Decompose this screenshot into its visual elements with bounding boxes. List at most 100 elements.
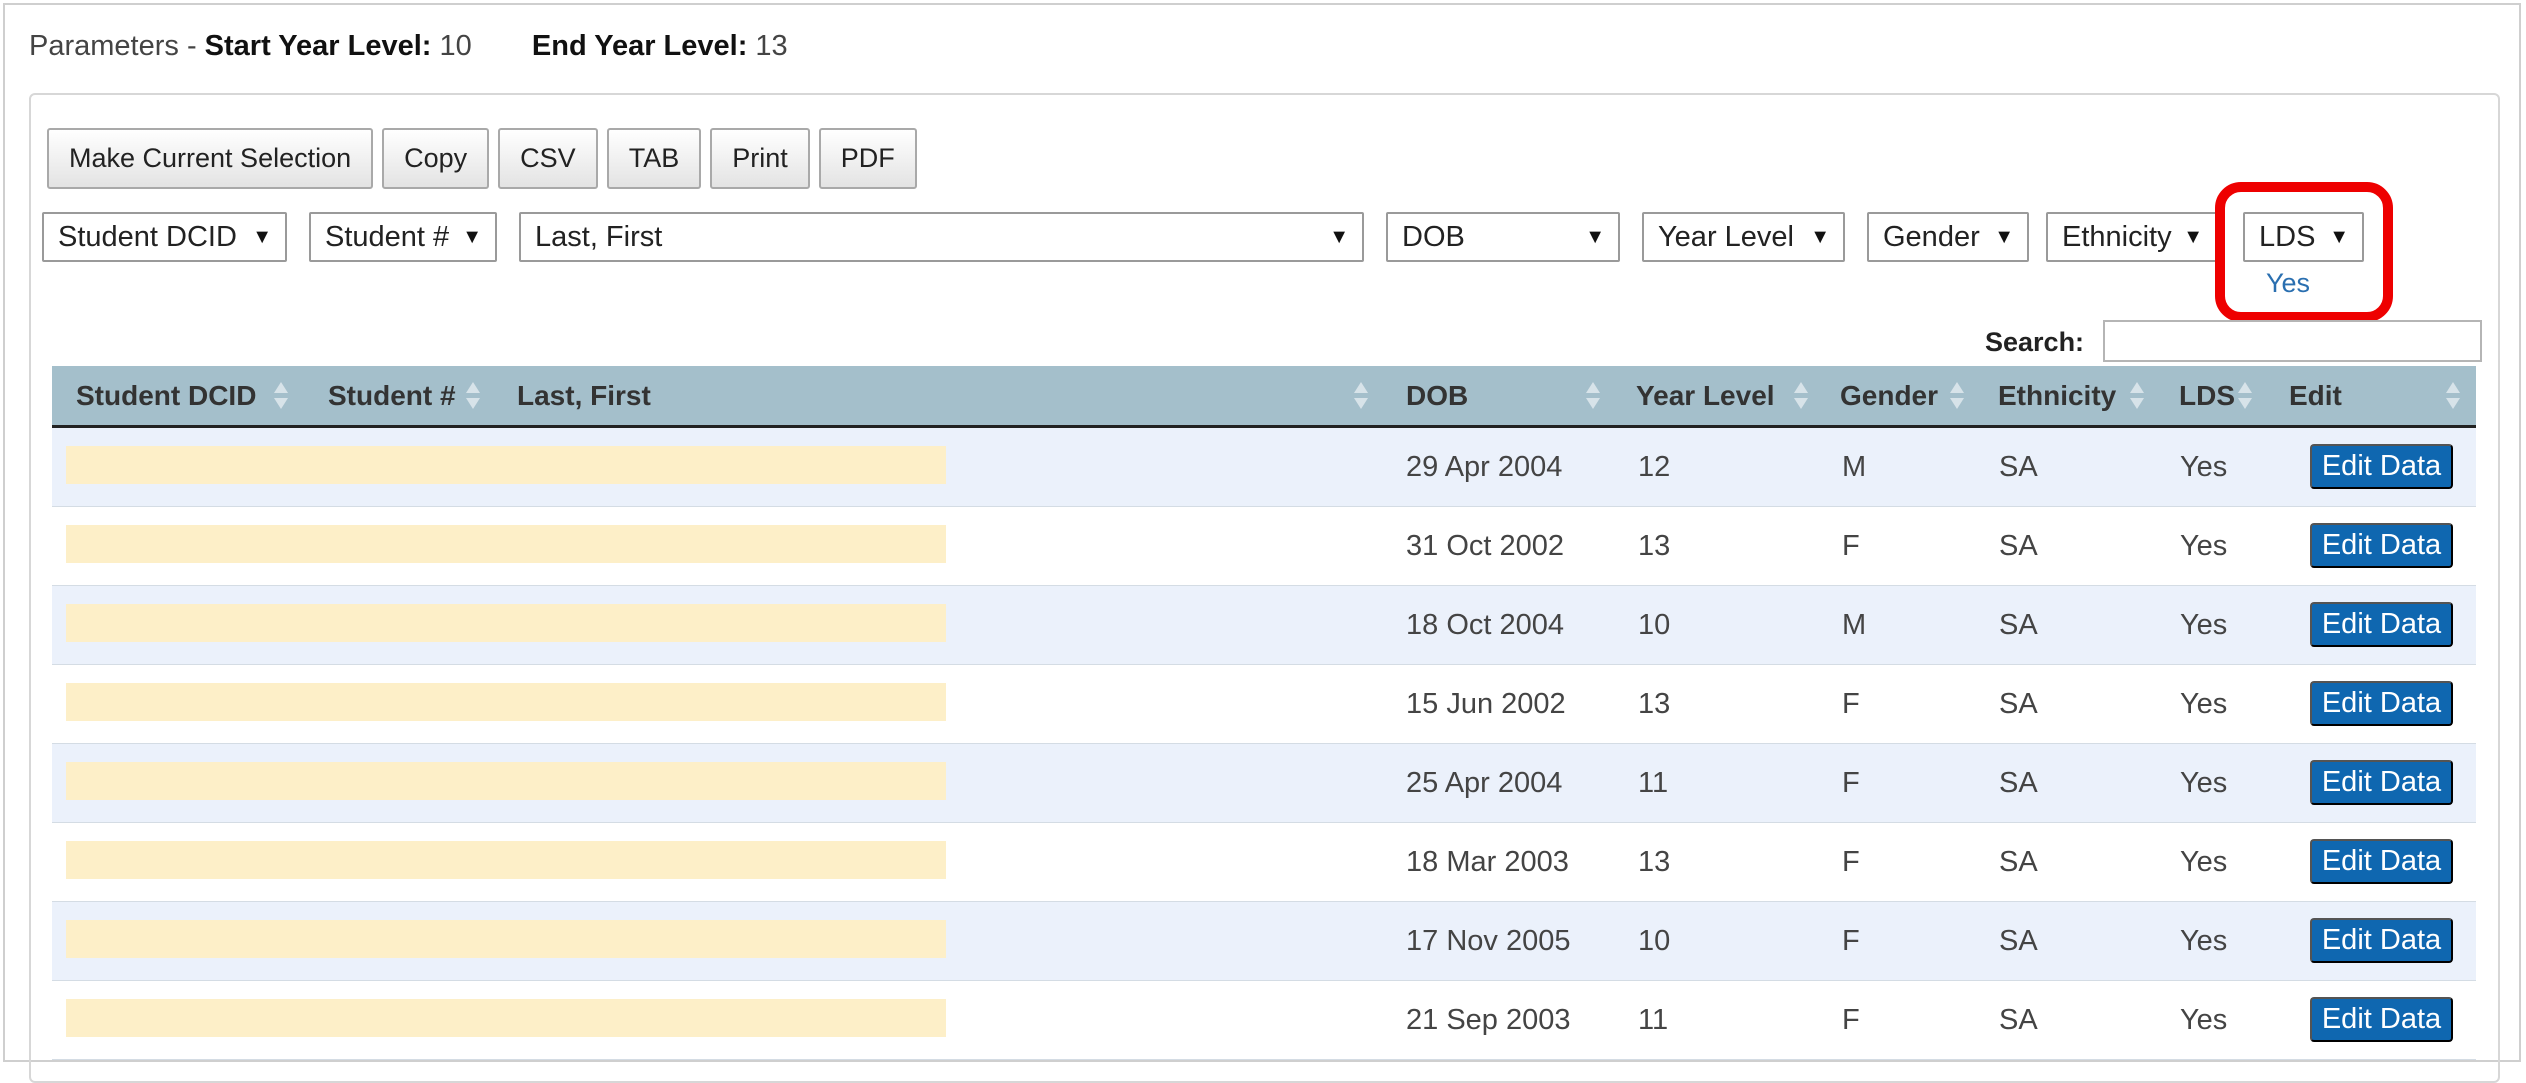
cell-ethnicity: SA — [1999, 451, 2038, 483]
sort-icon[interactable] — [1794, 382, 1808, 412]
cell-dob: 21 Sep 2003 — [1406, 1004, 1571, 1036]
cell-year-level: 11 — [1638, 767, 1669, 799]
cell-dob: 29 Apr 2004 — [1406, 451, 1563, 483]
column-header-last-first[interactable]: Last, First — [517, 366, 651, 425]
dropdown-caret-icon: ▼ — [1810, 226, 1830, 248]
redacted-student-info — [66, 841, 946, 879]
edit-data-button[interactable]: Edit Data — [2310, 760, 2453, 805]
table-row: 18 Mar 2003 13 F SA Yes Edit Data — [52, 823, 2476, 902]
dropdown-caret-icon: ▼ — [1994, 226, 2014, 248]
print-button[interactable]: Print — [710, 128, 810, 189]
search-input[interactable] — [2103, 320, 2482, 362]
cell-gender: F — [1842, 767, 1860, 799]
table-row: 25 Apr 2004 11 F SA Yes Edit Data — [52, 744, 2476, 823]
cell-ethnicity: SA — [1999, 688, 2038, 720]
cell-ethnicity: SA — [1999, 530, 2038, 562]
filter-last-first[interactable]: Last, First ▼ — [519, 212, 1364, 262]
start-year-label: Start Year Level: — [204, 30, 432, 62]
cell-gender: F — [1842, 688, 1860, 720]
sort-icon[interactable] — [1950, 382, 1964, 412]
cell-lds: Yes — [2180, 925, 2228, 957]
cell-lds: Yes — [2180, 530, 2228, 562]
filter-year-level-label: Year Level — [1658, 220, 1794, 253]
table-row: 18 Oct 2004 10 M SA Yes Edit Data — [52, 586, 2476, 665]
filter-ethnicity[interactable]: Ethnicity ▼ — [2046, 212, 2218, 262]
cell-gender: F — [1842, 530, 1860, 562]
sort-icon[interactable] — [274, 382, 288, 412]
column-header-gender[interactable]: Gender — [1840, 366, 1938, 425]
filter-student-dcid-label: Student DCID — [58, 220, 237, 253]
sort-icon[interactable] — [2130, 382, 2144, 412]
table-row: 17 Nov 2005 10 F SA Yes Edit Data — [52, 902, 2476, 981]
edit-data-button[interactable]: Edit Data — [2310, 444, 2453, 489]
sort-icon[interactable] — [2238, 382, 2252, 412]
cell-lds: Yes — [2180, 688, 2228, 720]
redacted-student-info — [66, 525, 946, 563]
cell-ethnicity: SA — [1999, 846, 2038, 878]
sort-icon[interactable] — [1586, 382, 1600, 412]
cell-ethnicity: SA — [1999, 609, 2038, 641]
cell-lds: Yes — [2180, 451, 2228, 483]
filter-student-dcid[interactable]: Student DCID ▼ — [42, 212, 287, 262]
dropdown-caret-icon: ▼ — [252, 226, 272, 248]
edit-data-button[interactable]: Edit Data — [2310, 681, 2453, 726]
cell-dob: 18 Mar 2003 — [1406, 846, 1569, 878]
pdf-button[interactable]: PDF — [818, 128, 917, 189]
cell-lds: Yes — [2180, 609, 2228, 641]
cell-lds: Yes — [2180, 1004, 2228, 1036]
filter-student-number[interactable]: Student # ▼ — [309, 212, 497, 262]
filter-ethnicity-label: Ethnicity — [2062, 220, 2172, 253]
table-row: 31 Oct 2002 13 F SA Yes Edit Data — [52, 507, 2476, 586]
csv-button[interactable]: CSV — [498, 128, 598, 189]
sort-icon[interactable] — [1354, 382, 1368, 412]
edit-data-button[interactable]: Edit Data — [2310, 997, 2453, 1042]
end-year-label: End Year Level: — [531, 30, 748, 62]
cell-dob: 18 Oct 2004 — [1406, 609, 1564, 641]
column-header-lds[interactable]: LDS — [2179, 366, 2235, 425]
filter-dob[interactable]: DOB ▼ — [1386, 212, 1620, 262]
filter-student-number-label: Student # — [325, 220, 450, 253]
edit-data-button[interactable]: Edit Data — [2310, 523, 2453, 568]
redacted-student-info — [66, 999, 946, 1037]
search-label: Search: — [1985, 327, 2085, 357]
column-header-ethnicity[interactable]: Ethnicity — [1998, 366, 2116, 425]
cell-ethnicity: SA — [1999, 767, 2038, 799]
column-header-year-level[interactable]: Year Level — [1636, 366, 1775, 425]
cell-year-level: 13 — [1638, 846, 1671, 878]
redacted-student-info — [66, 920, 946, 958]
cell-year-level: 13 — [1638, 530, 1671, 562]
make-current-selection-button[interactable]: Make Current Selection — [47, 128, 374, 189]
cell-gender: F — [1842, 846, 1860, 878]
redacted-student-info — [66, 604, 946, 642]
edit-data-button[interactable]: Edit Data — [2310, 839, 2453, 884]
cell-gender: F — [1842, 1004, 1860, 1036]
filter-year-level[interactable]: Year Level ▼ — [1642, 212, 1845, 262]
edit-data-button[interactable]: Edit Data — [2310, 602, 2453, 647]
filter-last-first-label: Last, First — [535, 220, 663, 253]
cell-gender: M — [1842, 451, 1867, 483]
cell-year-level: 10 — [1638, 925, 1671, 957]
cell-lds: Yes — [2180, 767, 2228, 799]
filter-gender-label: Gender — [1883, 220, 1980, 253]
end-year-value: 13 — [755, 30, 788, 62]
cell-year-level: 12 — [1638, 451, 1671, 483]
tab-button[interactable]: TAB — [606, 128, 702, 189]
sort-icon[interactable] — [2446, 382, 2460, 412]
highlight-annotation — [2215, 182, 2393, 322]
cell-gender: F — [1842, 925, 1860, 957]
redacted-student-info — [66, 446, 946, 484]
start-year-value: 10 — [439, 30, 472, 62]
parameters-prefix: Parameters - — [29, 30, 197, 62]
dropdown-caret-icon: ▼ — [2183, 226, 2203, 248]
filter-dob-label: DOB — [1402, 220, 1465, 253]
column-header-student-number[interactable]: Student # — [328, 366, 456, 425]
table-header: Student DCID Student # Last, First DOB Y… — [52, 366, 2476, 428]
sort-icon[interactable] — [466, 382, 480, 412]
edit-data-button[interactable]: Edit Data — [2310, 918, 2453, 963]
column-header-dob[interactable]: DOB — [1406, 366, 1468, 425]
copy-button[interactable]: Copy — [382, 128, 490, 189]
cell-year-level: 13 — [1638, 688, 1671, 720]
parameters-bar: Parameters - Start Year Level: 10 End Ye… — [29, 30, 788, 63]
column-header-student-dcid[interactable]: Student DCID — [76, 366, 256, 425]
filter-gender[interactable]: Gender ▼ — [1867, 212, 2029, 262]
